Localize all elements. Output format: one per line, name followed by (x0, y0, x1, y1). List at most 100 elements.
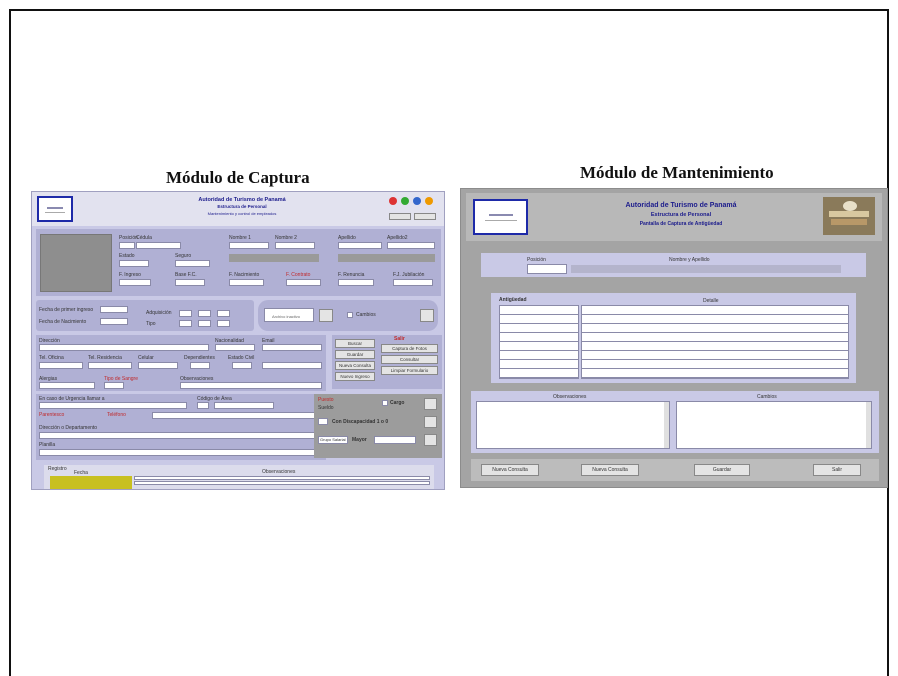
capture-header-line1: Autoridad de Turismo de Panamá (198, 197, 286, 203)
nacionalidad-field[interactable] (215, 344, 255, 351)
cargo-label: Cargo (390, 400, 405, 406)
discapacidad-button[interactable] (424, 416, 437, 428)
dependientes-label: Dependientes (184, 355, 215, 361)
cedula-field[interactable] (136, 242, 181, 249)
prev-record-button[interactable] (389, 213, 411, 220)
parentesco-field[interactable] (152, 412, 322, 419)
f-nacim-field[interactable] (229, 279, 264, 286)
emergencia-field[interactable] (39, 402, 187, 409)
tipo3-field[interactable] (217, 320, 230, 327)
direccion-dep-field[interactable] (39, 432, 322, 439)
nueva-consulta-button[interactable]: Nueva Consulta (335, 361, 375, 370)
salir-label: Salir (394, 336, 405, 342)
discapacidad-field[interactable] (318, 418, 328, 425)
antiguedad-label: Antigüedad (499, 297, 527, 303)
salir-button[interactable]: Salir (813, 464, 861, 476)
planilla-label: Planilla (39, 442, 56, 448)
direccion-field[interactable] (39, 344, 209, 351)
next-record-button[interactable] (414, 213, 436, 220)
archivo-button[interactable] (319, 309, 333, 322)
fecha-nacimiento-field[interactable] (100, 318, 128, 325)
celular-label: Celular (138, 355, 154, 361)
cambios-checkbox[interactable] (347, 312, 353, 318)
estado-civil-field[interactable] (232, 362, 252, 369)
codigo-area-field[interactable] (197, 402, 209, 409)
nueva-consulta-button-2[interactable]: Nueva Consulta (581, 464, 639, 476)
tipo2-field[interactable] (198, 320, 211, 327)
meses-field[interactable] (198, 310, 211, 317)
apellido2-label: Apellido2 (387, 235, 408, 241)
discapacidad-label: Con Discapacidad 1 o 0 (332, 419, 389, 425)
f-jubilacion-label: F.J. Jubilación (393, 272, 425, 278)
limpiar-button[interactable]: Limpiar Formulario (381, 366, 438, 375)
dias-field[interactable] (179, 310, 192, 317)
f-ingreso-field[interactable] (119, 279, 151, 286)
apellido2-field[interactable] (387, 242, 435, 249)
estado-field[interactable] (119, 260, 149, 267)
seguro-field[interactable] (175, 260, 210, 267)
extra-field[interactable] (262, 362, 322, 369)
antiguedad-list[interactable] (499, 305, 579, 379)
f-ingreso-label: F. Ingreso (119, 272, 141, 278)
detalle-label: Detalle (703, 298, 719, 304)
direccion-dep-label: Dirección o Departamento (39, 425, 98, 431)
base-fc-field[interactable] (175, 279, 205, 286)
mayor-label: Mayor (352, 437, 367, 443)
telefono-emergencia-field[interactable] (214, 402, 274, 409)
capture-window: Autoridad de Turismo de Panamá Estructur… (31, 191, 445, 490)
cambios-scrollbar[interactable] (866, 402, 871, 448)
tipo1-field[interactable] (179, 320, 192, 327)
planilla-field[interactable] (39, 449, 322, 456)
observ-field[interactable] (180, 382, 322, 389)
f-contrato-field[interactable] (286, 279, 321, 286)
history-row-1[interactable] (134, 476, 430, 480)
tel-residencia-field[interactable] (88, 362, 132, 369)
seguro-label: Seguro (175, 253, 192, 259)
nombre1-field[interactable] (229, 242, 269, 249)
cambios-label: Cambios (757, 394, 777, 400)
maintenance-header-line3: Pantalla de Captura de Antigüedad (639, 221, 723, 227)
buscar-button[interactable]: Buscar (335, 339, 375, 348)
alergias-field[interactable] (39, 382, 95, 389)
observaciones-scrollbar[interactable] (664, 402, 669, 448)
nuevo-ingreso-button[interactable]: Nuevo Ingreso (335, 372, 375, 381)
tel-oficina-label: Tel. Oficina (39, 355, 64, 361)
anos-field[interactable] (217, 310, 230, 317)
mayor-button[interactable] (424, 434, 437, 446)
estado-label: Estado (119, 253, 135, 259)
f-contrato-label: F. Contrato (286, 272, 311, 278)
consultar-button[interactable]: Consultar (381, 355, 438, 364)
nombre2-field[interactable] (275, 242, 315, 249)
maintenance-header-line1: Autoridad de Turismo de Panamá (625, 202, 737, 209)
email-field[interactable] (262, 344, 322, 351)
dependientes-field[interactable] (190, 362, 210, 369)
history-row-2[interactable] (134, 481, 430, 485)
f-nacim-label: F. Nacimiento (229, 272, 260, 278)
captura-fotos-button[interactable]: Captura de Fotos (381, 344, 438, 353)
people-icon (387, 195, 439, 211)
guardar-button[interactable]: Guardar (694, 464, 750, 476)
tel-oficina-field[interactable] (39, 362, 83, 369)
mayor-field[interactable] (374, 436, 416, 444)
cambios-button[interactable] (420, 309, 434, 322)
cambios-textarea[interactable] (676, 401, 872, 449)
cargo-button[interactable] (424, 398, 437, 410)
posicion-field[interactable] (119, 242, 135, 249)
maintenance-logo (473, 199, 528, 235)
guardar-button[interactable]: Guardar (335, 350, 375, 359)
nombre-display (571, 265, 841, 273)
nueva-consulta-button[interactable]: Nueva Consulta (481, 464, 539, 476)
cargo-checkbox[interactable] (382, 400, 388, 406)
f-jubilacion-field[interactable] (393, 279, 433, 286)
capture-header-line3: Mantenimiento y control de empleados (207, 211, 277, 216)
detalle-list[interactable] (581, 305, 849, 379)
tipo-sangre-field[interactable] (104, 382, 124, 389)
observaciones-textarea[interactable] (476, 401, 670, 449)
employee-photo (40, 234, 112, 292)
estado-civil-label: Estado Civil (228, 355, 255, 361)
celular-field[interactable] (138, 362, 178, 369)
fecha-ingreso-field[interactable] (100, 306, 128, 313)
posicion-field[interactable] (527, 264, 567, 274)
f-renuncia-field[interactable] (338, 279, 374, 286)
apellido-field[interactable] (338, 242, 382, 249)
